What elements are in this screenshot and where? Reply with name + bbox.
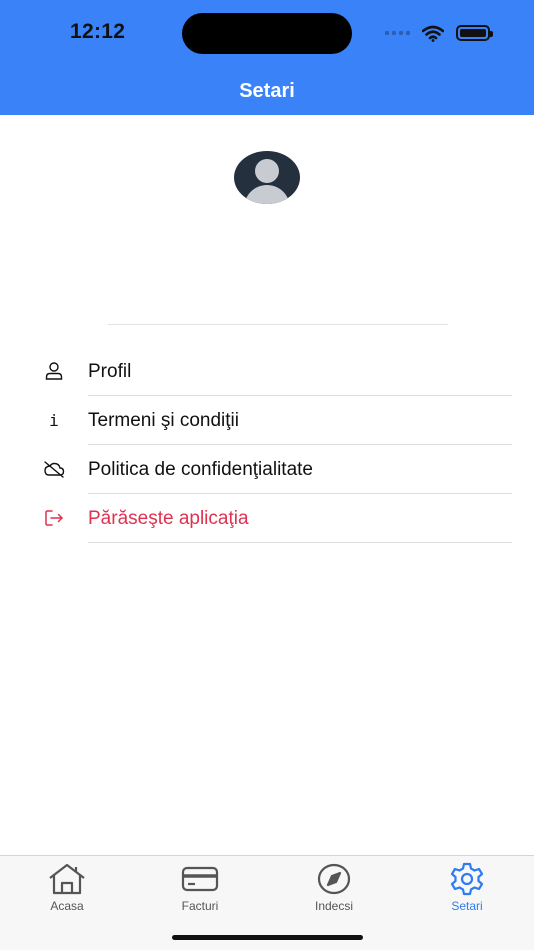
settings-menu: Profil i Termeni şi condiţii Politica de… xyxy=(0,347,534,543)
gear-icon xyxy=(450,862,484,896)
menu-item-label: Profil xyxy=(88,361,132,382)
page-title: Setari xyxy=(239,80,295,102)
tab-setari[interactable]: Setari xyxy=(417,862,517,918)
tab-label: Acasa xyxy=(50,899,84,913)
app-header: 12:12 Setari xyxy=(0,0,534,115)
tab-label: Facturi xyxy=(181,899,219,913)
menu-item-label: Politica de confidenţialitate xyxy=(88,459,313,480)
compass-icon xyxy=(317,863,351,895)
menu-item-label: Termeni şi condiţii xyxy=(88,410,239,431)
avatar[interactable] xyxy=(234,151,300,204)
divider xyxy=(108,324,448,325)
cloud-off-icon xyxy=(43,458,65,480)
info-icon: i xyxy=(49,410,59,430)
menu-item-profile[interactable]: Profil xyxy=(0,347,534,396)
tab-acasa[interactable]: Acasa xyxy=(17,862,117,918)
wifi-icon xyxy=(422,25,444,42)
status-icons xyxy=(385,22,493,44)
home-icon xyxy=(49,863,85,895)
tab-facturi[interactable]: Facturi xyxy=(150,862,250,918)
home-indicator[interactable] xyxy=(172,935,363,940)
tab-label: Setari xyxy=(451,899,483,913)
person-icon xyxy=(43,360,65,382)
menu-item-label: Părăseşte aplicaţia xyxy=(88,508,249,529)
signal-icon xyxy=(385,31,410,35)
tab-indecsi[interactable]: Indecsi xyxy=(284,862,384,918)
menu-item-logout[interactable]: Părăseşte aplicaţia xyxy=(0,494,534,543)
battery-icon xyxy=(456,25,493,41)
dynamic-island xyxy=(182,13,352,54)
tab-label: Indecsi xyxy=(314,899,354,913)
menu-item-privacy[interactable]: Politica de confidenţialitate xyxy=(0,445,534,494)
menu-item-terms[interactable]: i Termeni şi condiţii xyxy=(0,396,534,445)
logout-icon xyxy=(43,507,65,529)
status-time: 12:12 xyxy=(70,20,126,43)
card-icon xyxy=(181,866,219,892)
